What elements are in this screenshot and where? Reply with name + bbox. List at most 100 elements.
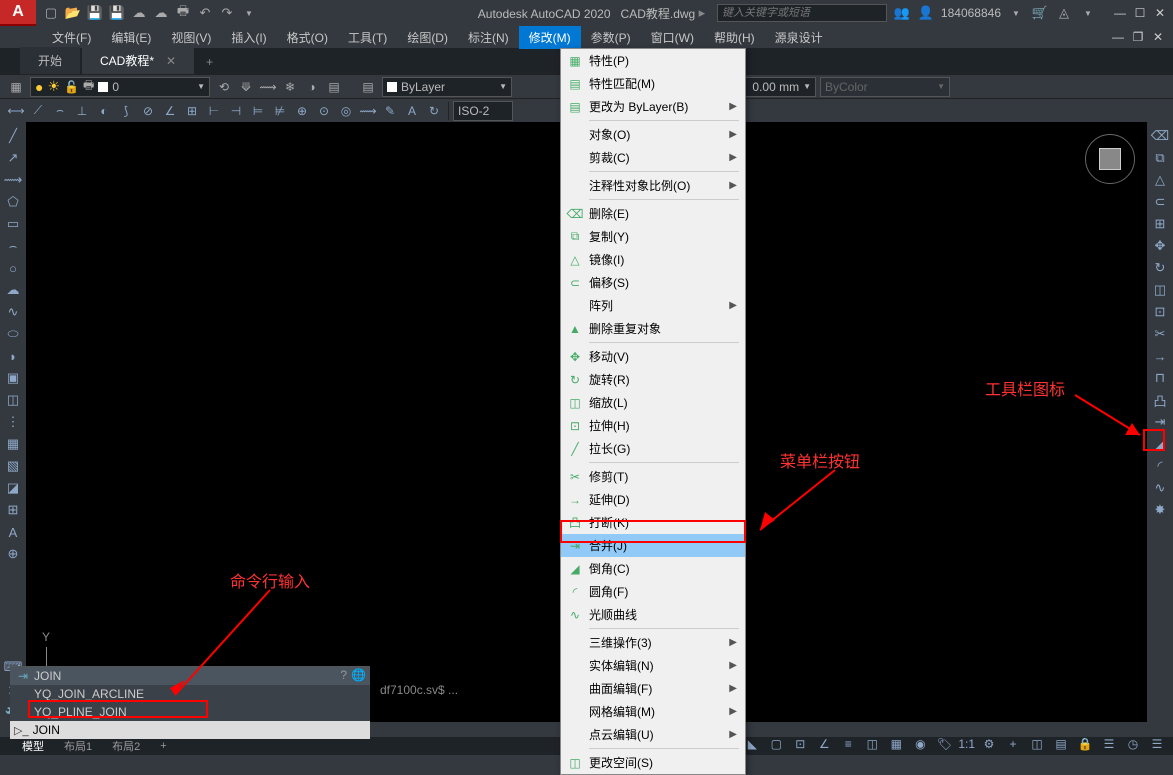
scale-icon[interactable]: ◫ <box>1150 280 1170 300</box>
circle-icon[interactable]: ○ <box>3 258 23 278</box>
dropdown-item[interactable]: →延伸(D) <box>561 488 745 511</box>
dim-edit-icon[interactable]: ✎ <box>380 101 400 121</box>
menu-window[interactable]: 窗口(W) <box>641 26 704 49</box>
dimstyle-combo[interactable]: ISO-2 <box>453 101 513 121</box>
model-tab[interactable]: 模型 <box>12 736 54 756</box>
pline-icon[interactable]: ⟿ <box>3 170 23 190</box>
dropdown-item[interactable]: ▦特性(P) <box>561 49 745 72</box>
dropdown-item[interactable]: ↻旋转(R) <box>561 368 745 391</box>
dropdown-item[interactable]: ◫更改空间(S) <box>561 751 745 774</box>
table-icon[interactable]: ⊞ <box>3 500 23 520</box>
app-logo[interactable]: A <box>0 0 36 26</box>
tpy-icon[interactable]: ◫ <box>862 734 882 754</box>
dropdown-item[interactable]: 凸打断(K) <box>561 511 745 534</box>
rotate-icon[interactable]: ↻ <box>1150 258 1170 278</box>
menu-help[interactable]: 帮助(H) <box>704 26 765 49</box>
dropdown-item[interactable]: 三维操作(3)▶ <box>561 631 745 654</box>
qat-dropdown-icon[interactable]: ▼ <box>240 4 258 22</box>
dropdown-item[interactable]: 点云编辑(U)▶ <box>561 723 745 746</box>
quickprops-icon[interactable]: ▤ <box>1051 734 1071 754</box>
region-icon[interactable]: ◪ <box>3 478 23 498</box>
menu-insert[interactable]: 插入(I) <box>221 26 276 49</box>
dropdown-item[interactable]: ⊂偏移(S) <box>561 271 745 294</box>
dropdown-item[interactable]: ▤更改为 ByLayer(B)▶ <box>561 95 745 118</box>
menu-yuanquan[interactable]: 源泉设计 <box>765 26 833 49</box>
dropdown-item[interactable]: ▲删除重复对象 <box>561 317 745 340</box>
help-dropdown-icon[interactable]: ▼ <box>1079 4 1097 22</box>
dropdown-item[interactable]: 对象(O)▶ <box>561 123 745 146</box>
mirror-icon[interactable]: △ <box>1150 170 1170 190</box>
dim-space-icon[interactable]: ⊨ <box>248 101 268 121</box>
annoscale-icon[interactable]: 🏷 <box>934 734 954 754</box>
dim-jogged-icon[interactable]: ⟆ <box>116 101 136 121</box>
tab-document[interactable]: CAD教程*✕ <box>82 47 194 74</box>
print-icon[interactable]: 🖶 <box>174 4 192 22</box>
saveas-icon[interactable]: 💾 <box>108 4 126 22</box>
dropdown-item[interactable]: 阵列▶ <box>561 294 745 317</box>
web-save-icon[interactable]: ☁ <box>152 4 170 22</box>
dropdown-item[interactable]: 实体编辑(N)▶ <box>561 654 745 677</box>
offset-icon[interactable]: ⊂ <box>1150 192 1170 212</box>
units-icon[interactable]: ◫ <box>1027 734 1047 754</box>
maximize-icon[interactable]: ☐ <box>1131 5 1149 21</box>
otrack-icon[interactable]: ∠ <box>814 734 834 754</box>
dropdown-item[interactable]: ⌫删除(E) <box>561 202 745 225</box>
dropdown-item[interactable]: 剪裁(C)▶ <box>561 146 745 169</box>
layout2-tab[interactable]: 布局2 <box>102 736 150 756</box>
xline-icon[interactable]: ↗ <box>3 148 23 168</box>
dim-radius-icon[interactable]: ◐ <box>94 101 114 121</box>
ellipse-arc-icon[interactable]: ◗ <box>3 346 23 366</box>
layer-match-icon[interactable]: ⟱ <box>236 77 256 97</box>
dropdown-item[interactable]: 曲面编辑(F)▶ <box>561 677 745 700</box>
menu-modify[interactable]: 修改(M) <box>519 26 581 49</box>
suggestion-join[interactable]: ⇥ JOIN <box>10 667 370 685</box>
array-icon[interactable]: ⊞ <box>1150 214 1170 234</box>
account-icon[interactable]: 👥 <box>893 4 911 22</box>
layer-props-icon[interactable]: ▦ <box>6 77 26 97</box>
view-cube[interactable] <box>1085 134 1135 184</box>
a360-icon[interactable]: ◬ <box>1055 4 1073 22</box>
plotstyle-combo[interactable]: ByColor ▼ <box>820 77 950 97</box>
dropdown-item[interactable]: 网格编辑(M)▶ <box>561 700 745 723</box>
menu-format[interactable]: 格式(O) <box>277 26 338 49</box>
doc-close-icon[interactable]: ✕ <box>1149 29 1167 45</box>
dim-text-edit-icon[interactable]: A <box>402 101 422 121</box>
block-icon[interactable]: ◫ <box>3 390 23 410</box>
extend-icon[interactable]: → <box>1150 346 1170 366</box>
globe-icon[interactable]: 🌐 <box>351 668 366 682</box>
dim-arc-icon[interactable]: ⌢ <box>50 101 70 121</box>
move-icon[interactable]: ✥ <box>1150 236 1170 256</box>
dim-ordinate-icon[interactable]: ⊥ <box>72 101 92 121</box>
dropdown-item[interactable]: ▤特性匹配(M) <box>561 72 745 95</box>
insert-icon[interactable]: ▣ <box>3 368 23 388</box>
rectangle-icon[interactable]: ▭ <box>3 214 23 234</box>
hatch-icon[interactable]: ▦ <box>3 434 23 454</box>
doc-minimize-icon[interactable]: — <box>1109 29 1127 45</box>
save-icon[interactable]: 💾 <box>86 4 104 22</box>
dropdown-item[interactable]: ⊡拉伸(H) <box>561 414 745 437</box>
hardware-icon[interactable]: ◷ <box>1123 734 1143 754</box>
dim-update-icon[interactable]: ↻ <box>424 101 444 121</box>
revcloud-icon[interactable]: ☁ <box>3 280 23 300</box>
doc-restore-icon[interactable]: ❐ <box>1129 29 1147 45</box>
redo-icon[interactable]: ↷ <box>218 4 236 22</box>
dim-diameter-icon[interactable]: ⊘ <box>138 101 158 121</box>
search-input[interactable] <box>717 4 887 22</box>
dim-continue-icon[interactable]: ⊣ <box>226 101 246 121</box>
sc-icon[interactable]: ◉ <box>910 734 930 754</box>
new-icon[interactable]: ▢ <box>42 4 60 22</box>
center-mark-icon[interactable]: ⊙ <box>314 101 334 121</box>
menu-dimension[interactable]: 标注(N) <box>458 26 519 49</box>
layer-make-icon[interactable]: ▤ <box>324 77 344 97</box>
add-layout-icon[interactable]: + <box>150 738 176 754</box>
mtext-icon[interactable]: A <box>3 522 23 542</box>
suggestion-yq-pline-join[interactable]: YQ_PLINE_JOIN <box>10 703 370 721</box>
breakpoint-icon[interactable]: ⊓ <box>1150 368 1170 388</box>
gradient-icon[interactable]: ▧ <box>3 456 23 476</box>
minimize-icon[interactable]: — <box>1111 5 1129 21</box>
dropdown-item[interactable]: ◢倒角(C) <box>561 557 745 580</box>
dropdown-item[interactable]: ✂修剪(T) <box>561 465 745 488</box>
ellipse-icon[interactable]: ⬭ <box>3 324 23 344</box>
chamfer-icon[interactable]: ◢ <box>1150 434 1170 454</box>
stretch-icon[interactable]: ⊡ <box>1150 302 1170 322</box>
